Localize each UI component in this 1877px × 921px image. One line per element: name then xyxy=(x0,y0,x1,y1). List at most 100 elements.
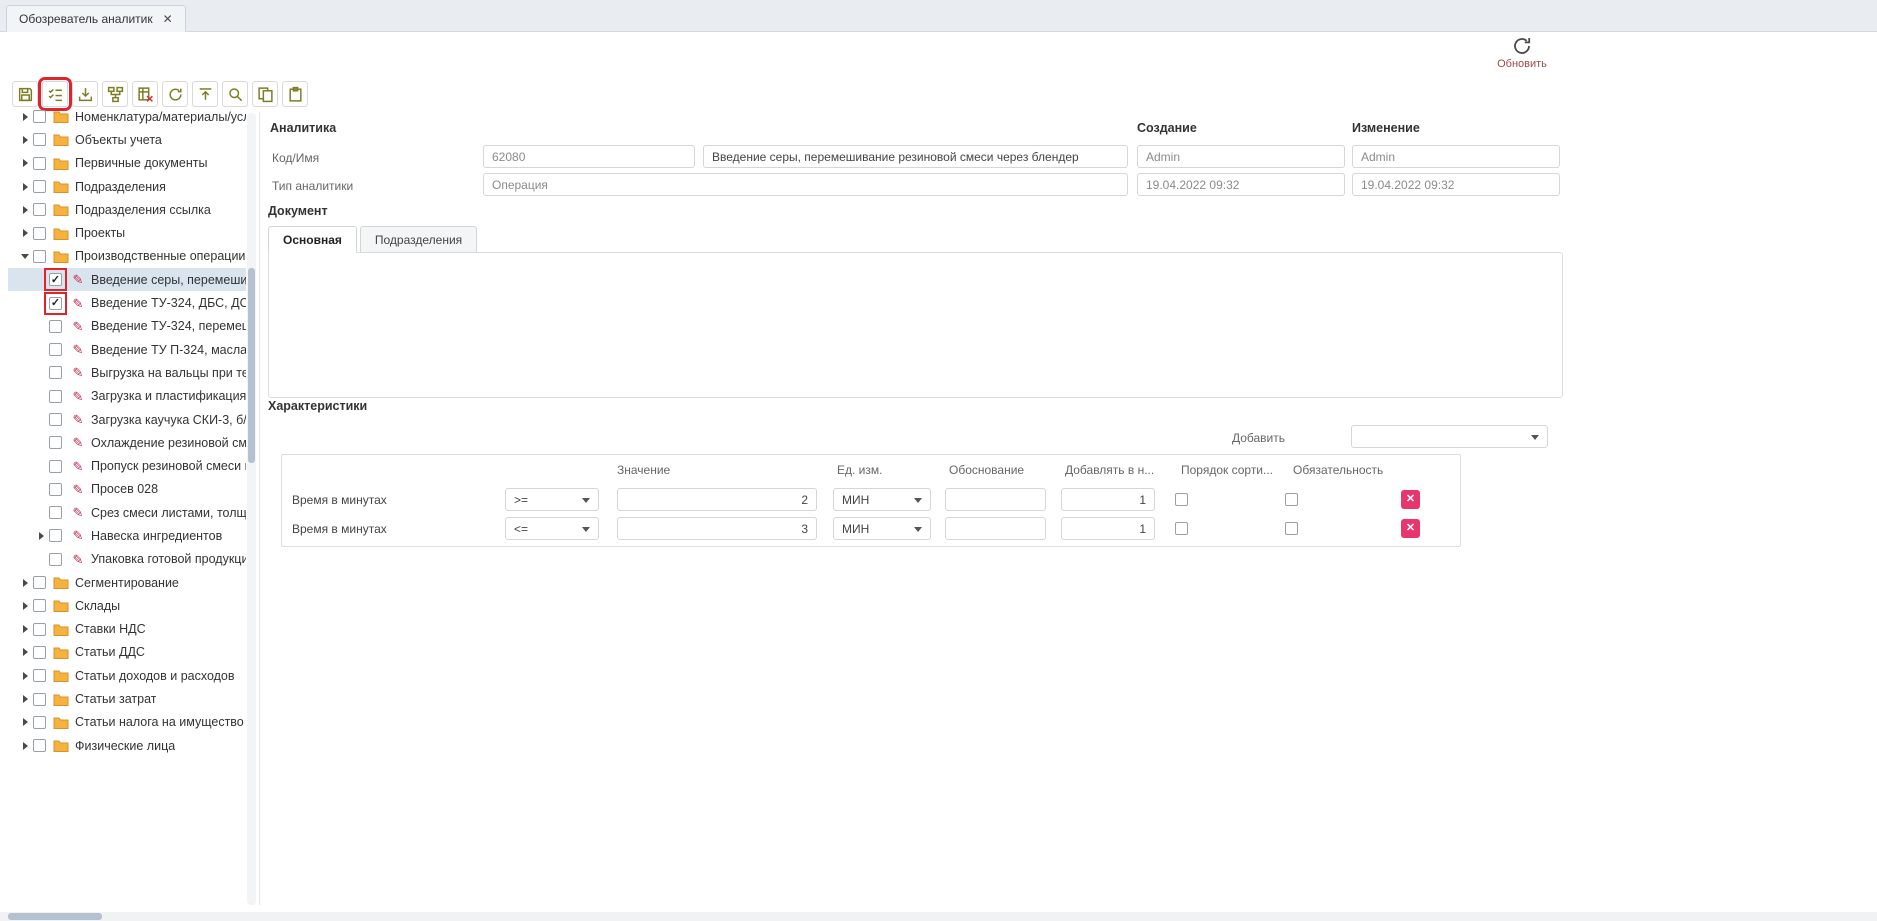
tree-checkbox[interactable] xyxy=(33,250,46,263)
tree-checkbox[interactable] xyxy=(33,623,46,636)
sort-checkbox[interactable] xyxy=(1175,493,1188,506)
tree-checkbox[interactable] xyxy=(33,180,46,193)
tree-vertical-scrollbar-thumb[interactable] xyxy=(248,268,255,463)
expand-icon[interactable] xyxy=(18,602,32,610)
tree-checkbox[interactable] xyxy=(49,553,62,566)
tree-item-20[interactable]: Сегментирование xyxy=(8,571,246,594)
tree-checkbox[interactable] xyxy=(49,366,62,379)
justification-input[interactable] xyxy=(945,517,1046,540)
search-button[interactable] xyxy=(222,81,248,107)
tree-item-18[interactable]: ✎Навеска ингредиентов xyxy=(8,524,246,547)
bottom-scrollbar-thumb[interactable] xyxy=(8,913,102,920)
tree-item-8[interactable]: ✎Введение ТУ-324, ДБС, ДОФ, пере xyxy=(8,291,246,314)
operator-select[interactable]: >= xyxy=(505,488,599,511)
tree-item-15[interactable]: ✎Пропуск резиновой смеси на ва xyxy=(8,454,246,477)
expand-icon[interactable] xyxy=(18,742,32,750)
expand-icon[interactable] xyxy=(18,672,32,680)
required-checkbox[interactable] xyxy=(1285,522,1298,535)
justification-input[interactable] xyxy=(945,488,1046,511)
tree-checkbox[interactable] xyxy=(33,157,46,170)
tab-departments[interactable]: Подразделения xyxy=(360,226,477,253)
tree-checkbox[interactable] xyxy=(49,436,62,449)
hierarchy-button[interactable] xyxy=(102,81,128,107)
tree-checkbox[interactable] xyxy=(49,413,62,426)
sort-checkbox[interactable] xyxy=(1175,522,1188,535)
tree-item-26[interactable]: Статьи налога на имущество xyxy=(8,711,246,734)
tree-item-11[interactable]: ✎Выгрузка на вальцы при темпе xyxy=(8,361,246,384)
close-icon[interactable]: ✕ xyxy=(163,13,173,25)
tree-item-14[interactable]: ✎Охлаждение резиновой смеси н xyxy=(8,431,246,454)
tree-item-9[interactable]: ✎Введение ТУ-324, перемешиван xyxy=(8,315,246,338)
tree-item-13[interactable]: ✎Загрузка каучука СКИ-3, б/ведр xyxy=(8,408,246,431)
delete-row-button[interactable] xyxy=(1401,490,1420,509)
created-date-field[interactable] xyxy=(1137,173,1345,196)
tree-item-2[interactable]: Первичные документы xyxy=(8,152,246,175)
paste-button[interactable] xyxy=(282,81,308,107)
tree-checkbox[interactable] xyxy=(33,716,46,729)
code-input[interactable] xyxy=(483,145,695,168)
tree-item-6[interactable]: Производственные операции xyxy=(8,245,246,268)
tree-item-25[interactable]: Статьи затрат xyxy=(8,687,246,710)
app-tab[interactable]: Обозреватель аналитик ✕ xyxy=(6,5,186,32)
expand-icon[interactable] xyxy=(18,113,32,121)
check-list-button[interactable] xyxy=(42,81,68,107)
type-input[interactable] xyxy=(483,173,1128,196)
tree-item-24[interactable]: Статьи доходов и расходов xyxy=(8,664,246,687)
value-input[interactable] xyxy=(617,488,817,511)
copy-button[interactable] xyxy=(252,81,278,107)
modified-date-field[interactable] xyxy=(1352,173,1560,196)
tree-checkbox[interactable] xyxy=(49,273,62,286)
tree-checkbox[interactable] xyxy=(33,576,46,589)
delete-row-button[interactable] xyxy=(1401,519,1420,538)
excel-remove-button[interactable] xyxy=(132,81,158,107)
tree-checkbox[interactable] xyxy=(33,599,46,612)
import-button[interactable] xyxy=(72,81,98,107)
tab-main[interactable]: Основная xyxy=(268,226,357,253)
unit-select[interactable]: МИН xyxy=(833,488,931,511)
expand-icon[interactable] xyxy=(18,695,32,703)
expand-icon[interactable] xyxy=(34,532,48,540)
tree-vertical-scrollbar[interactable] xyxy=(247,113,256,905)
tree-checkbox[interactable] xyxy=(49,320,62,333)
tree-checkbox[interactable] xyxy=(33,669,46,682)
bottom-scrollbar[interactable] xyxy=(0,912,1877,921)
tree-checkbox[interactable] xyxy=(33,227,46,240)
tree-item-1[interactable]: Объекты учета xyxy=(8,128,246,151)
add-number-input[interactable] xyxy=(1061,517,1155,540)
tree-checkbox[interactable] xyxy=(49,343,62,356)
add-select[interactable] xyxy=(1351,425,1548,448)
tree-item-16[interactable]: ✎Просев 028 xyxy=(8,478,246,501)
expand-icon[interactable] xyxy=(18,579,32,587)
operator-select[interactable]: <= xyxy=(505,517,599,540)
upload-button[interactable] xyxy=(192,81,218,107)
tree-item-19[interactable]: ✎Упаковка готовой продукции xyxy=(8,548,246,571)
tree-checkbox[interactable] xyxy=(49,529,62,542)
tree-item-12[interactable]: ✎Загрузка и пластификация кауч xyxy=(8,385,246,408)
tree-item-27[interactable]: Физические лица xyxy=(8,734,246,757)
expand-icon[interactable] xyxy=(18,648,32,656)
tree-checkbox[interactable] xyxy=(33,693,46,706)
tree-checkbox[interactable] xyxy=(33,203,46,216)
add-number-input[interactable] xyxy=(1061,488,1155,511)
expand-icon[interactable] xyxy=(18,718,32,726)
tree-checkbox[interactable] xyxy=(33,110,46,123)
tree-item-21[interactable]: Склады xyxy=(8,594,246,617)
tree-checkbox[interactable] xyxy=(49,506,62,519)
save-button[interactable] xyxy=(12,81,38,107)
analytics-name-input[interactable] xyxy=(703,145,1128,168)
value-input[interactable] xyxy=(617,517,817,540)
expand-icon[interactable] xyxy=(18,206,32,214)
tree-checkbox[interactable] xyxy=(33,739,46,752)
created-user-field[interactable] xyxy=(1137,145,1345,168)
tree-item-3[interactable]: Подразделения xyxy=(8,175,246,198)
refresh-button[interactable]: Обновить xyxy=(1494,35,1550,70)
tree-item-0[interactable]: Номенклатура/материалы/услуги xyxy=(8,105,246,128)
tree-checkbox[interactable] xyxy=(49,297,62,310)
expand-icon[interactable] xyxy=(18,625,32,633)
unit-select[interactable]: МИН xyxy=(833,517,931,540)
sync-button[interactable] xyxy=(162,81,188,107)
tree-item-22[interactable]: Ставки НДС xyxy=(8,618,246,641)
tree-checkbox[interactable] xyxy=(49,483,62,496)
collapse-icon[interactable] xyxy=(18,254,32,259)
tree-item-4[interactable]: Подразделения ссылка xyxy=(8,198,246,221)
